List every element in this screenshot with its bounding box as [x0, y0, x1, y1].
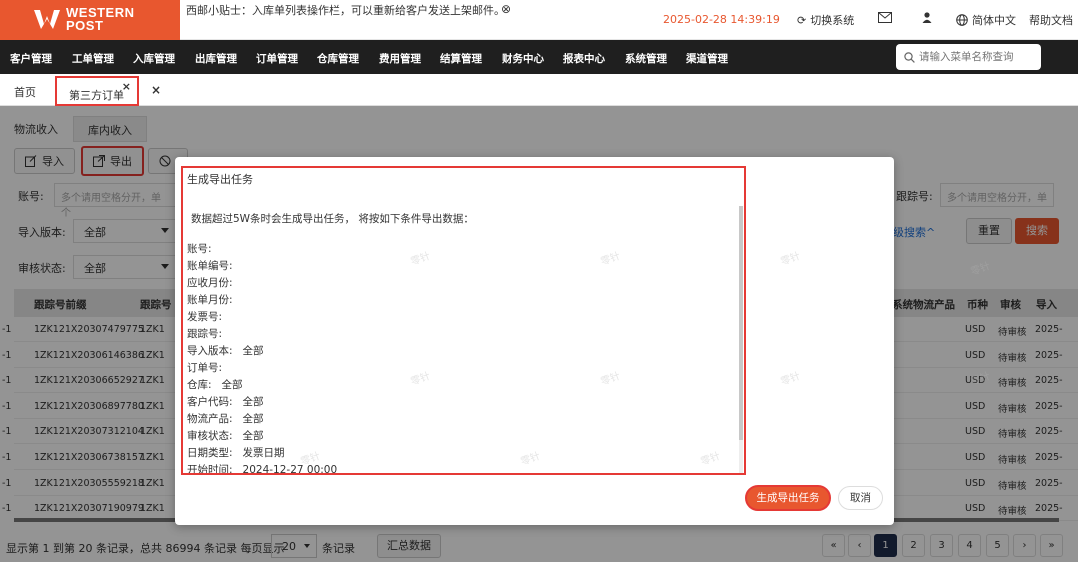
nav-item-finance[interactable]: 财务中心 — [502, 51, 544, 66]
condition-value: 全部 — [242, 413, 264, 425]
condition-label: 账单编号: — [187, 260, 233, 272]
dialog-note: 数据超过5W条时会生成导出任务， 将按如下条件导出数据： — [191, 213, 474, 225]
nav-item-channels[interactable]: 渠道管理 — [686, 51, 728, 66]
condition-label: 订单号: — [187, 362, 223, 374]
language-label: 简体中文 — [972, 14, 1016, 27]
export-condition-item: 订单号: — [187, 360, 232, 375]
generate-export-task-button[interactable]: 生成导出任务 — [745, 485, 831, 511]
tab-close-icon[interactable]: × — [122, 80, 131, 93]
dialog-scrollbar[interactable] — [739, 206, 743, 473]
nav-item-settlement[interactable]: 结算管理 — [440, 51, 482, 66]
condition-label: 跟踪号: — [187, 328, 223, 340]
condition-value: 全部 — [242, 345, 264, 357]
tip-close-icon[interactable]: ⊗ — [501, 2, 511, 16]
export-condition-item: 发票号: — [187, 309, 232, 324]
nav-item-reports[interactable]: 报表中心 — [563, 51, 605, 66]
export-condition-item: 应收月份: — [187, 275, 243, 290]
language-selector[interactable]: 简体中文 — [956, 12, 1016, 28]
cancel-button[interactable]: 取消 — [838, 486, 883, 510]
condition-label: 账号: — [187, 243, 212, 255]
condition-value: 2024-12-27 00:00 — [242, 464, 338, 475]
main-nav: 客户管理 工单管理 入库管理 出库管理 订单管理 仓库管理 费用管理 结算管理 … — [0, 40, 1078, 74]
export-condition-item: 客户代码: 全部 — [187, 394, 264, 409]
top-header: WESTERN POST 西邮小贴士：入库单列表操作栏，可以重新给客户发送上架邮… — [0, 0, 1078, 40]
export-condition-item: 开始时间: 2024-12-27 00:00 — [187, 462, 338, 475]
nav-item-customers[interactable]: 客户管理 — [10, 51, 52, 66]
refresh-icon: ⟳ — [797, 13, 807, 27]
condition-label: 应收月份: — [187, 277, 233, 289]
envelope-icon — [878, 12, 892, 23]
logo-mark-icon — [34, 10, 60, 29]
dialog-title: 生成导出任务 — [187, 173, 253, 186]
current-datetime: 2025-02-28 14:39:19 — [663, 13, 780, 26]
export-condition-item: 账单编号: — [187, 258, 243, 273]
nav-item-system[interactable]: 系统管理 — [625, 51, 667, 66]
search-icon — [904, 51, 915, 63]
condition-label: 发票号: — [187, 311, 223, 323]
export-condition-item: 审核状态: 全部 — [187, 428, 264, 443]
menu-search[interactable] — [896, 44, 1041, 70]
switch-system-label: 切换系统 — [810, 14, 855, 27]
user-icon — [922, 12, 932, 23]
close-all-tabs-icon[interactable]: × — [151, 83, 161, 97]
nav-item-fees[interactable]: 费用管理 — [379, 51, 421, 66]
menu-search-input[interactable] — [919, 51, 1029, 63]
export-task-content: 生成导出任务 数据超过5W条时会生成导出任务， 将按如下条件导出数据： 账号: 账… — [181, 166, 746, 475]
logo-line2: POST — [66, 18, 104, 33]
condition-value: 全部 — [242, 396, 264, 408]
tab-third-party-orders[interactable]: 第三方订单 × — [55, 76, 139, 106]
export-condition-item: 仓库: 全部 — [187, 377, 243, 392]
logo[interactable]: WESTERN POST — [0, 0, 180, 40]
globe-icon — [956, 14, 968, 26]
condition-value: 全部 — [242, 430, 264, 442]
condition-value: 全部 — [221, 379, 243, 391]
export-condition-item: 账号: — [187, 241, 222, 256]
condition-label: 开始时间: — [187, 464, 233, 475]
condition-label: 日期类型: — [187, 447, 233, 459]
export-condition-item: 物流产品: 全部 — [187, 411, 264, 426]
mail-button[interactable] — [878, 12, 892, 23]
export-condition-item: 导入版本: 全部 — [187, 343, 264, 358]
nav-item-outbound[interactable]: 出库管理 — [195, 51, 237, 66]
nav-item-inbound[interactable]: 入库管理 — [133, 51, 175, 66]
condition-label: 客户代码: — [187, 396, 233, 408]
condition-label: 仓库: — [187, 379, 212, 391]
condition-label: 导入版本: — [187, 345, 233, 357]
user-button[interactable] — [922, 12, 932, 23]
export-task-dialog: 生成导出任务 数据超过5W条时会生成导出任务， 将按如下条件导出数据： 账号: 账… — [175, 157, 894, 525]
condition-label: 账单月份: — [187, 294, 233, 306]
tab-home[interactable]: 首页 — [14, 84, 36, 100]
nav-item-warehouse[interactable]: 仓库管理 — [317, 51, 359, 66]
switch-system-link[interactable]: ⟳ 切换系统 — [797, 12, 854, 28]
export-condition-item: 账单月份: — [187, 292, 243, 307]
nav-item-orders[interactable]: 订单管理 — [256, 51, 298, 66]
help-link[interactable]: 帮助文档 — [1029, 12, 1073, 28]
export-condition-item: 跟踪号: — [187, 326, 232, 341]
condition-value: 发票日期 — [242, 447, 285, 459]
tab-third-party-orders-label: 第三方订单 — [69, 89, 124, 102]
page-tabs: 首页 第三方订单 × × — [0, 74, 1078, 106]
condition-label: 审核状态: — [187, 430, 233, 442]
tip-text: 西邮小贴士：入库单列表操作栏，可以重新给客户发送上架邮件。 — [186, 4, 505, 17]
condition-label: 物流产品: — [187, 413, 233, 425]
export-condition-item: 日期类型: 发票日期 — [187, 445, 285, 460]
help-label: 帮助文档 — [1029, 14, 1073, 27]
nav-item-tickets[interactable]: 工单管理 — [72, 51, 114, 66]
